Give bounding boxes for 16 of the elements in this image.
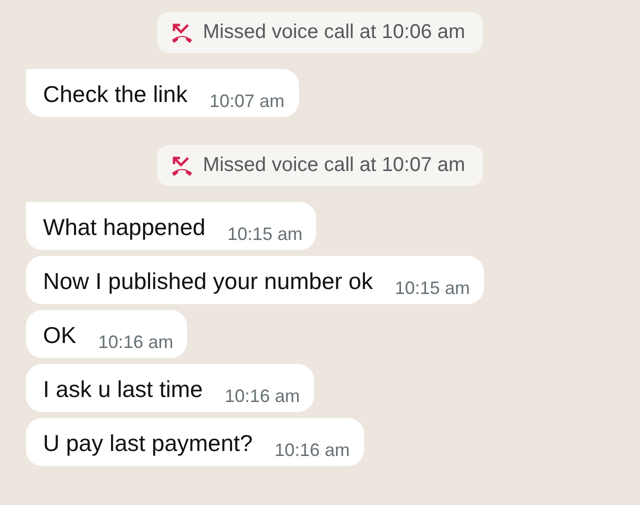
- message-text: Now I published your number ok: [43, 267, 373, 296]
- notice-text: Missed voice call at 10:07 am: [202, 154, 466, 177]
- message-time: 10:16 am: [274, 440, 350, 460]
- message-time: 10:15 am: [394, 278, 470, 298]
- message-time: 10:16 am: [224, 386, 300, 406]
- message-time: 10:07 am: [209, 91, 285, 111]
- missed-call-icon: [170, 22, 193, 44]
- message-text: I ask u last time: [43, 375, 203, 404]
- message-time: 10:16 am: [98, 332, 174, 352]
- message-text: What happened: [43, 213, 206, 242]
- message-text: Check the link: [43, 80, 188, 109]
- notice-text: Missed voice call at 10:06 am: [202, 21, 466, 44]
- message-time: 10:15 am: [227, 224, 302, 244]
- missed-call-icon: [170, 154, 193, 176]
- message-text: OK: [43, 321, 76, 350]
- message-text: U pay last payment?: [43, 429, 253, 458]
